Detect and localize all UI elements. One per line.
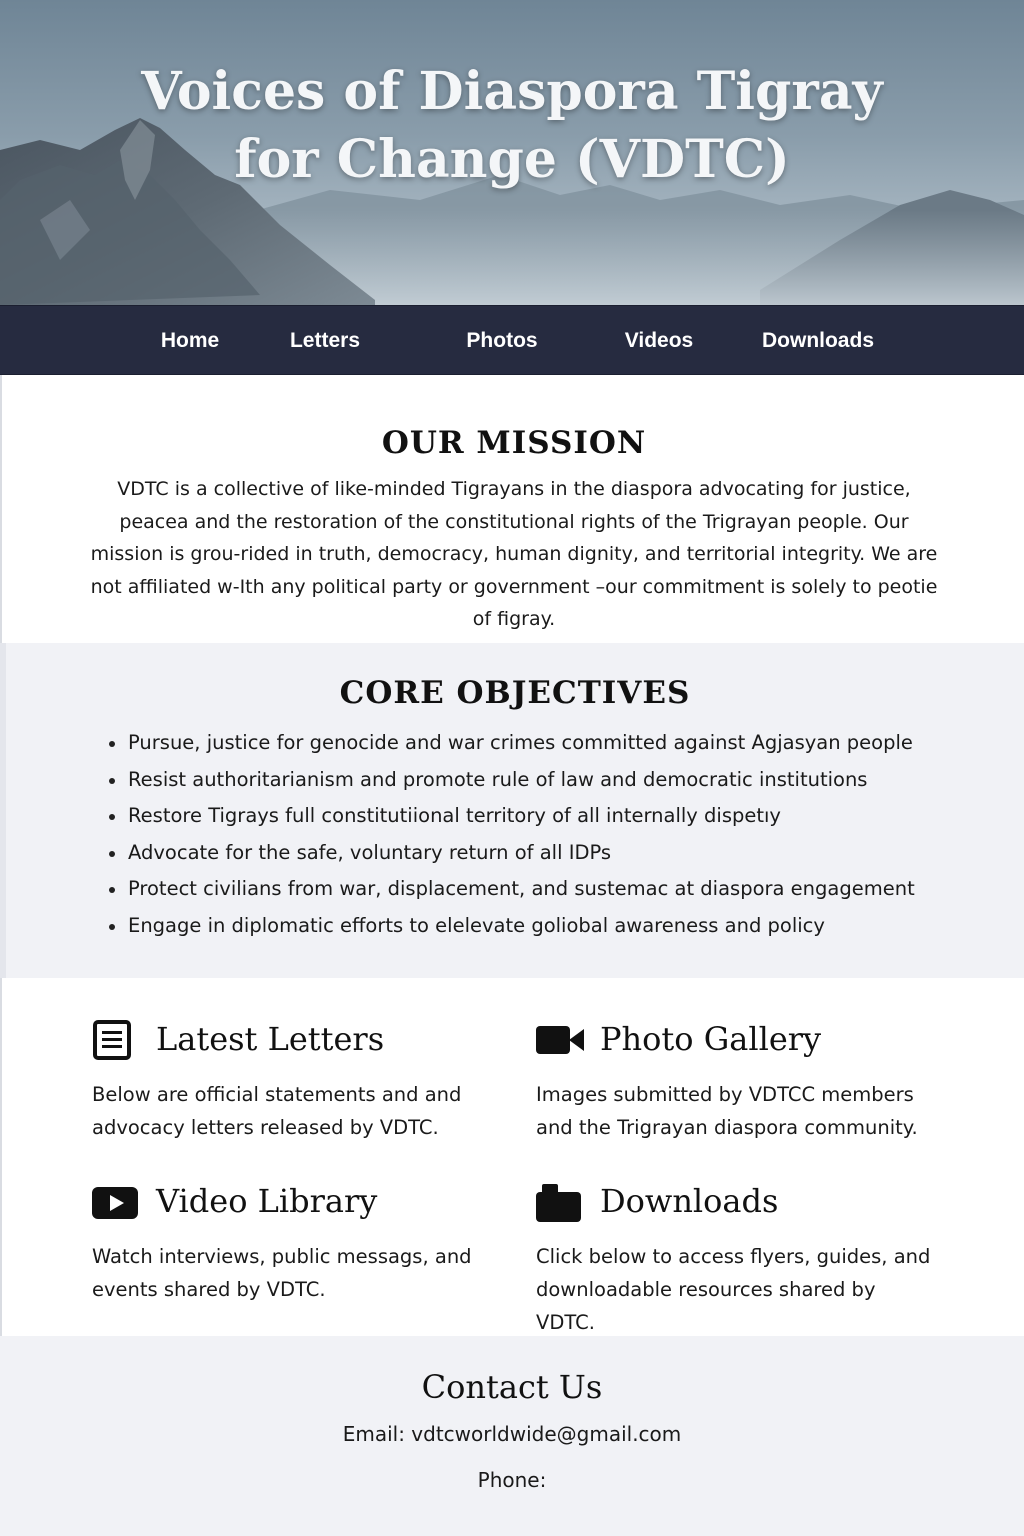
nav-home-link[interactable]: Home [161,306,219,376]
mission-text: VDTC is a collective of like-minded Tigr… [90,478,938,630]
card-description: Click below to access flyers, guides, an… [536,1245,931,1334]
card-description: Below are official statements and and ad… [92,1083,462,1139]
camera-icon [536,1184,581,1222]
contact-heading: Contact Us [421,1368,603,1406]
list-item: Engage in diplomatic efforts to elelevat… [106,908,966,945]
list-item: Restore Tigrays full constitutiional ter… [106,798,966,835]
nav-downloads-link[interactable]: Downloads [762,306,874,376]
downloads-card[interactable]: Downloads Click below to access flyers, … [536,1178,956,1339]
contact-phone: Phone: [477,1468,547,1492]
nav-photos-link[interactable]: Photos [466,306,537,376]
list-item: Advocate for the safe, voluntary return … [106,835,966,872]
list-item: Resist authoritarianism and promote rule… [106,762,966,799]
document-icon [93,1020,131,1060]
objectives-list: Pursue, justice for genocide and war cri… [106,725,966,944]
core-objectives-section: CORE OBJECTIVES Pursue, justice for geno… [0,643,1024,978]
contact-email[interactable]: Email: vdtcworldwide@gmail.com [0,1422,1024,1446]
video-camera-icon [536,1026,584,1054]
card-title: Latest Letters [156,1020,385,1058]
card-title: Video Library [156,1182,378,1220]
features-section: Latest Letters Below are official statem… [0,978,1024,1336]
hero-banner: Voices of Diaspora Tigray for Change (VD… [0,0,1024,305]
nav-letters-link[interactable]: Letters [290,306,360,376]
contact-section: Contact Us Email: vdtcworldwide@gmail.co… [0,1336,1024,1536]
card-title: Photo Gallery [600,1020,822,1058]
list-item: Pursue, justice for genocide and war cri… [106,725,966,762]
site-title: Voices of Diaspora Tigray for Change (VD… [141,61,883,190]
card-description: Watch interviews, public messags, and ev… [92,1245,472,1301]
mission-section: OUR MISSION VDTC is a collective of like… [0,375,1024,643]
card-title: Downloads [600,1182,779,1220]
list-item: Protect civilians from war, displacement… [106,871,966,908]
latest-letters-card[interactable]: Latest Letters Below are official statem… [92,1016,512,1144]
nav-videos-link[interactable]: Videos [625,306,693,376]
mission-heading: OUR MISSION [381,425,647,461]
main-navigation: Home Letters Photos Videos Downloads [0,305,1024,375]
photo-gallery-card[interactable]: Photo Gallery Images submitted by VDTCC … [536,1016,956,1144]
video-library-card[interactable]: Video Library Watch interviews, public m… [92,1178,512,1306]
play-button-icon [92,1187,138,1219]
objectives-heading: CORE OBJECTIVES [339,675,691,711]
card-description: Images submitted by VDTCC members and th… [536,1083,918,1139]
